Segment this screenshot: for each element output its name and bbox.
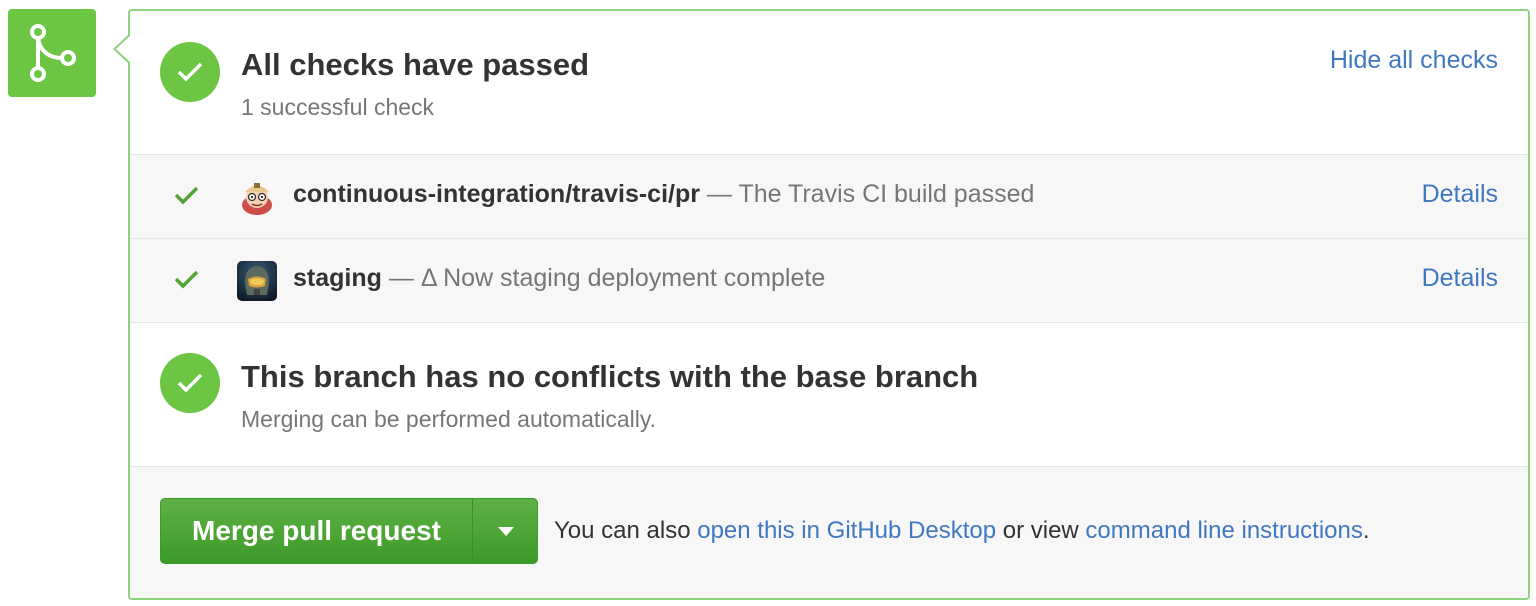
merge-method-dropdown[interactable] bbox=[472, 499, 537, 563]
merge-button-group: Merge pull request bbox=[160, 498, 538, 564]
check-context: staging bbox=[293, 264, 382, 292]
git-merge-icon bbox=[30, 24, 76, 82]
check-icon bbox=[174, 270, 199, 289]
hint-prefix: You can also bbox=[554, 517, 698, 544]
check-row-travis: continuous-integration/travis-ci/pr — Th… bbox=[130, 154, 1528, 238]
merge-box: All checks have passed 1 successful chec… bbox=[128, 9, 1530, 600]
checks-status-circle bbox=[160, 42, 220, 102]
check-description: Δ Now staging deployment complete bbox=[420, 264, 826, 292]
check-row-text: staging — Δ Now staging deployment compl… bbox=[293, 264, 825, 293]
details-link-travis[interactable]: Details bbox=[1422, 180, 1498, 209]
details-link-staging[interactable]: Details bbox=[1422, 264, 1498, 293]
checks-subtitle: 1 successful check bbox=[241, 94, 435, 120]
conflicts-title: This branch has no conflicts with the ba… bbox=[241, 359, 979, 394]
halo-helmet-icon bbox=[237, 261, 277, 301]
triangle-down-icon bbox=[497, 526, 514, 536]
check-description: The Travis CI build passed bbox=[738, 180, 1035, 208]
checks-title: All checks have passed bbox=[241, 47, 590, 82]
merge-status-icon-box bbox=[8, 9, 96, 97]
conflicts-subtitle: Merging can be performed automatically. bbox=[241, 406, 657, 432]
check-icon bbox=[174, 186, 199, 205]
command-line-instructions-link[interactable]: command line instructions bbox=[1085, 517, 1362, 544]
check-icon bbox=[177, 373, 203, 393]
hide-all-checks-link[interactable]: Hide all checks bbox=[1330, 46, 1498, 75]
merge-hint: You can also open this in GitHub Desktop… bbox=[554, 517, 1370, 545]
check-icon bbox=[177, 62, 203, 82]
travis-ci-mascot-icon bbox=[237, 177, 277, 217]
merge-pull-request-button[interactable]: Merge pull request bbox=[161, 499, 472, 563]
checks-header: All checks have passed 1 successful chec… bbox=[130, 11, 1528, 154]
panel-pointer-fill bbox=[116, 36, 130, 62]
open-in-desktop-link[interactable]: open this in GitHub Desktop bbox=[697, 517, 996, 544]
conflicts-status-circle bbox=[160, 353, 220, 413]
hint-middle: or view bbox=[996, 517, 1086, 544]
hint-suffix: . bbox=[1362, 517, 1370, 544]
check-separator: — bbox=[381, 264, 421, 292]
conflicts-section: This branch has no conflicts with the ba… bbox=[130, 322, 1528, 466]
check-context: continuous-integration/travis-ci/pr bbox=[293, 180, 700, 208]
check-row-staging: staging — Δ Now staging deployment compl… bbox=[130, 238, 1528, 322]
merge-actions: Merge pull request You can also open thi… bbox=[130, 466, 1528, 598]
check-separator: — bbox=[699, 180, 739, 208]
check-row-text: continuous-integration/travis-ci/pr — Th… bbox=[293, 180, 1034, 209]
